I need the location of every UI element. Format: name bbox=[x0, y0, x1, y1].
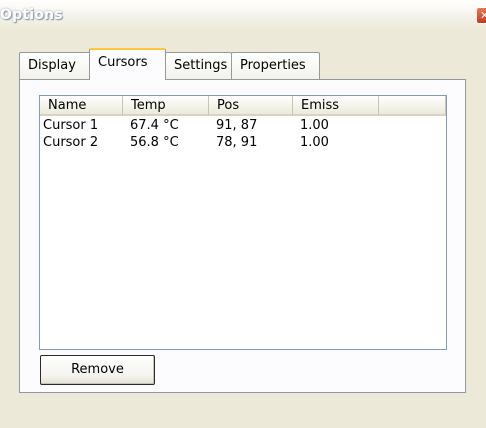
column-header-name[interactable]: Name bbox=[40, 96, 123, 116]
cell-pos: 91, 87 bbox=[216, 118, 258, 133]
column-header-emiss[interactable]: Emiss bbox=[293, 96, 379, 116]
cell-name: Cursor 2 bbox=[43, 135, 99, 150]
window-border bbox=[0, 30, 8, 428]
cell-temp: 56.8 °C bbox=[130, 135, 179, 150]
tab-display[interactable]: Display bbox=[19, 52, 91, 79]
column-header-temp[interactable]: Temp bbox=[123, 96, 209, 116]
cell-pos: 78, 91 bbox=[216, 135, 258, 150]
close-icon: ✕ bbox=[480, 9, 486, 22]
cell-emiss: 1.00 bbox=[300, 135, 329, 150]
cell-name: Cursor 1 bbox=[43, 118, 99, 133]
cell-emiss: 1.00 bbox=[300, 118, 329, 133]
cell-temp: 67.4 °C bbox=[130, 118, 179, 133]
title-bar[interactable]: Options ✕ bbox=[0, 0, 486, 30]
tab-settings[interactable]: Settings bbox=[165, 52, 232, 79]
window-title: Options bbox=[0, 7, 63, 23]
column-header-pos[interactable]: Pos bbox=[209, 96, 293, 116]
list-header: Name Temp Pos Emiss bbox=[40, 96, 446, 116]
tab-properties[interactable]: Properties bbox=[231, 52, 320, 79]
close-button[interactable]: ✕ bbox=[476, 7, 486, 24]
remove-button[interactable]: Remove bbox=[40, 355, 155, 385]
list-body: Cursor 1 67.4 °C 91, 87 1.00 Cursor 2 56… bbox=[40, 117, 446, 151]
cursor-list[interactable]: Name Temp Pos Emiss Cursor 1 67.4 °C 91,… bbox=[39, 95, 447, 350]
list-item[interactable]: Cursor 1 67.4 °C 91, 87 1.00 bbox=[40, 117, 446, 134]
list-item[interactable]: Cursor 2 56.8 °C 78, 91 1.00 bbox=[40, 134, 446, 151]
tab-cursors[interactable]: Cursors bbox=[89, 48, 166, 80]
cursors-tab-panel: Name Temp Pos Emiss Cursor 1 67.4 °C 91,… bbox=[19, 79, 466, 393]
column-header-empty[interactable] bbox=[379, 96, 446, 116]
options-dialog: Options ✕ Display Cursors Settings Prope… bbox=[0, 0, 486, 428]
